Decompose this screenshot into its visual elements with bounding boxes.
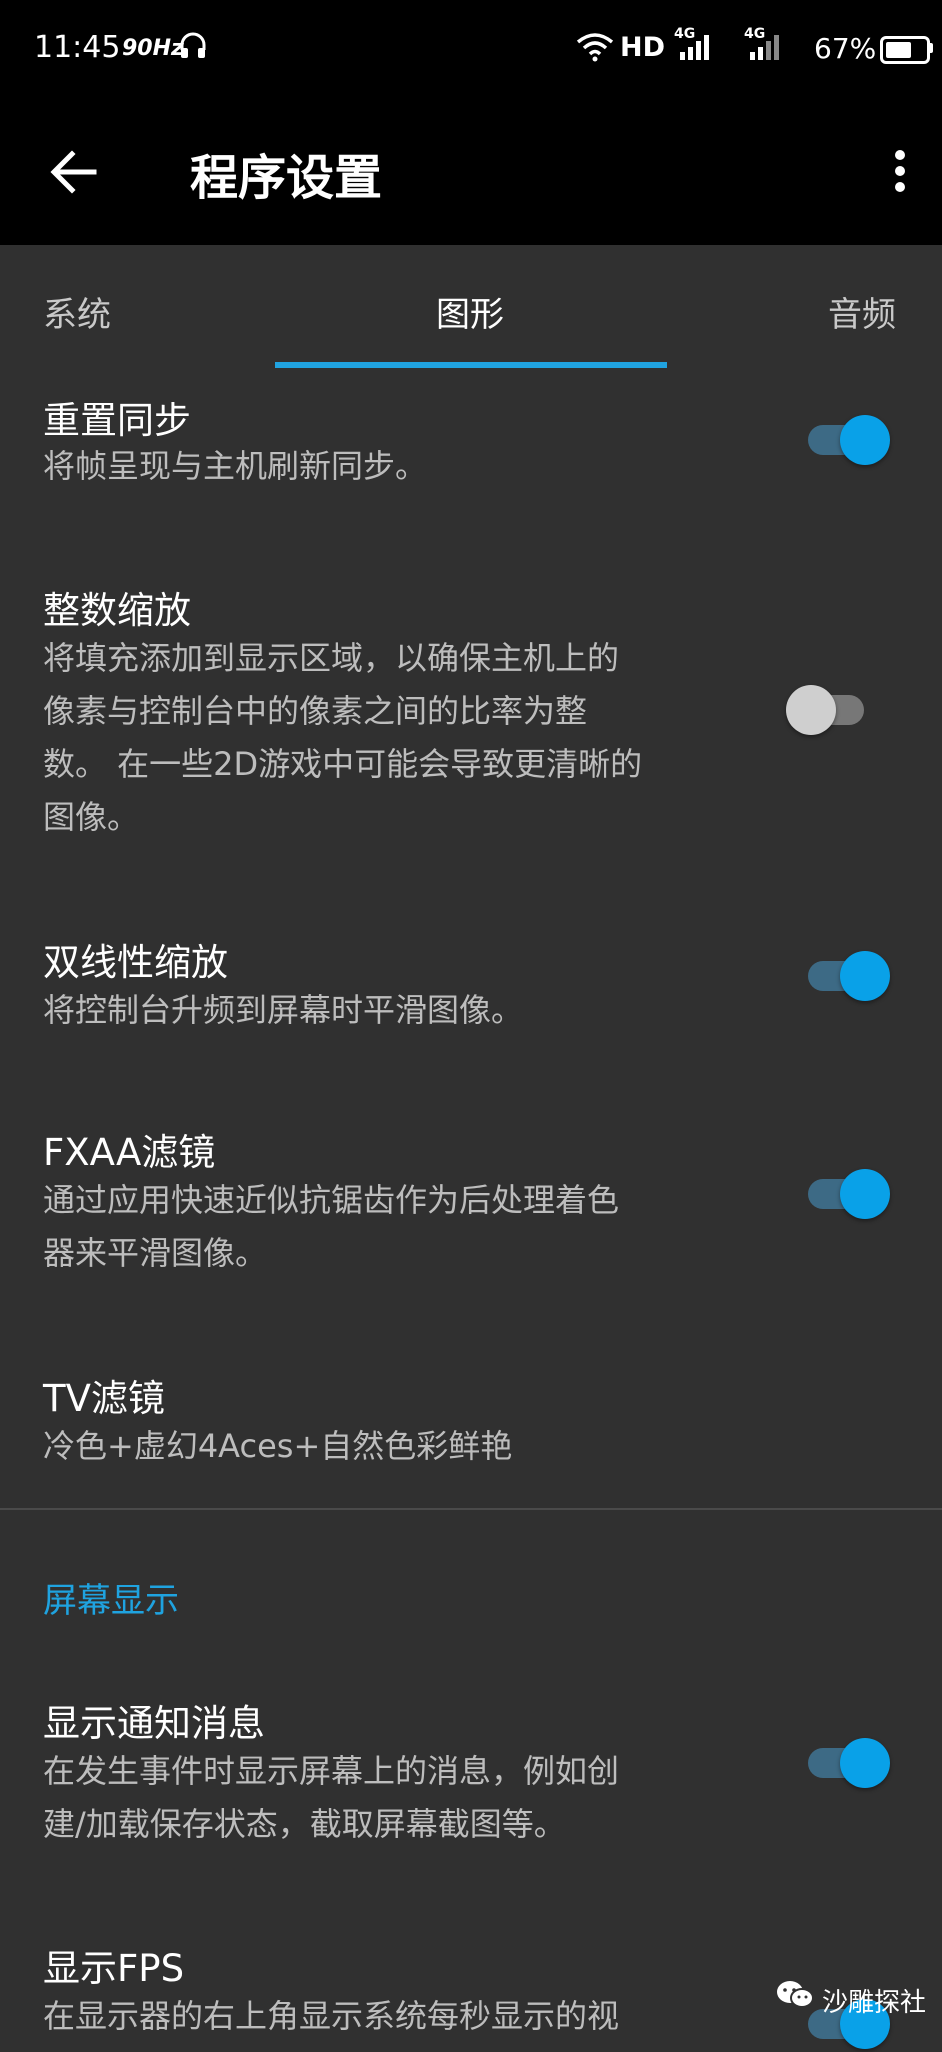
watermark-text: 沙雕探社 [822, 1988, 927, 2018]
setting-title: 显示FPS [43, 1947, 185, 1990]
section-divider [0, 1508, 942, 1510]
setting-description: 将控制台升频到屏幕时平滑图像。 [43, 991, 524, 1029]
app-bar: 程序设置 [0, 100, 942, 245]
setting-description: 在显示器的右上角显示系统每秒显示的视 [43, 1997, 620, 2035]
show-notifications-toggle[interactable] [802, 1735, 892, 1791]
headset-icon [178, 30, 208, 64]
back-arrow-icon[interactable] [46, 144, 102, 200]
integer-scaling-toggle[interactable] [786, 682, 876, 738]
more-options-icon[interactable] [880, 144, 920, 200]
setting-title: 整数缩放 [43, 589, 191, 632]
status-bar: 11:45 90Hz HD 4G 4G 67% [0, 0, 942, 100]
page-title: 程序设置 [190, 150, 383, 206]
setting-description: 通过应用快速近似抗锯齿作为后处理着色 器来平滑图像。 [43, 1181, 620, 1272]
setting-description: 在发生事件时显示屏幕上的消息，例如创 建/加载保存状态，截取屏幕截图等。 [43, 1752, 620, 1843]
section-header-screen-display: 屏幕显示 [43, 1581, 179, 1621]
tab-graphics[interactable]: 图形 [436, 287, 504, 336]
setting-title: 显示通知消息 [43, 1702, 265, 1745]
battery-percent: 67% [814, 32, 877, 65]
fxaa-filter-toggle[interactable] [802, 1166, 892, 1222]
setting-title: 双线性缩放 [43, 941, 228, 984]
setting-title: FXAA滤镜 [43, 1131, 216, 1174]
setting-title: TV滤镜 [43, 1377, 165, 1420]
wechat-icon [775, 1978, 815, 2012]
hd-indicator: HD [620, 32, 666, 63]
tab-system[interactable]: 系统 [43, 287, 111, 336]
setting-description: 将填充添加到显示区域，以确保主机上的 像素与控制台中的像素之间的比率为整 数。 … [43, 639, 643, 836]
tab-bar: 系统 图形 音频 [0, 245, 942, 369]
refresh-rate-indicator: 90Hz [122, 36, 184, 61]
bilinear-scaling-toggle[interactable] [802, 948, 892, 1004]
tab-indicator [275, 362, 667, 368]
setting-title: 重置同步 [43, 399, 191, 442]
setting-description: 冷色+虚幻4Aces+自然色彩鲜艳 [43, 1427, 513, 1465]
setting-description: 将帧呈现与主机刷新同步。 [43, 447, 428, 485]
vsync-toggle[interactable] [802, 412, 892, 468]
tab-audio[interactable]: 音频 [828, 287, 896, 336]
battery-icon [880, 36, 930, 64]
battery-tip [929, 43, 933, 53]
status-time: 11:45 [34, 30, 121, 65]
wifi-icon [576, 32, 614, 66]
